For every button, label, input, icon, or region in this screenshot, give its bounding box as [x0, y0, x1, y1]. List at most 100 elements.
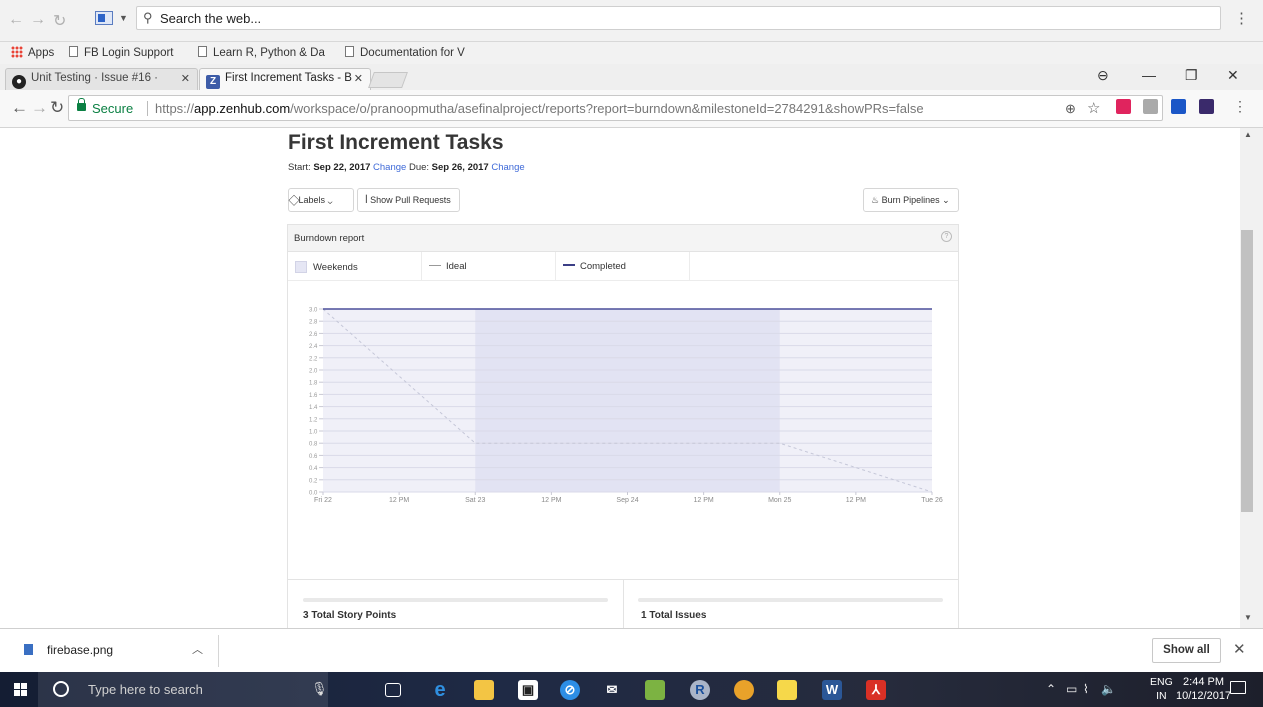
spreadsheet-icon[interactable] — [645, 680, 665, 700]
bookmark-star-icon[interactable]: ☆ — [1087, 99, 1100, 117]
stats-divider — [623, 580, 624, 628]
apps-icon — [11, 46, 23, 58]
page-icon — [198, 46, 207, 57]
bookmark-documentation[interactable]: Documentation for V — [345, 46, 485, 59]
y-tick-label: 1.4 — [309, 405, 318, 411]
url-text: https://app.zenhub.com/workspace/o/prano… — [155, 101, 924, 116]
volume-icon[interactable]: 🔈 — [1101, 682, 1116, 696]
address-bar[interactable]: Secure https://app.zenhub.com/workspace/… — [68, 95, 1163, 121]
show-all-button[interactable]: Show all — [1152, 638, 1221, 663]
legend-ideal[interactable]: Ideal — [422, 252, 556, 281]
close-icon[interactable]: ✕ — [1233, 640, 1246, 658]
extension-red-icon[interactable] — [1116, 99, 1131, 114]
chevron-down-icon: ⌄ — [942, 195, 950, 205]
safari-icon[interactable]: ⊘ — [560, 680, 580, 700]
bookmark-fb-login[interactable]: FB Login Support — [69, 46, 174, 59]
extension-gray-icon[interactable] — [1143, 99, 1158, 114]
issues-bar — [638, 598, 943, 602]
extension-icon[interactable] — [95, 11, 113, 25]
chevron-down-icon[interactable]: ▼ — [119, 13, 128, 23]
file-explorer-icon[interactable] — [474, 680, 494, 700]
close-icon[interactable]: ✕ — [181, 72, 190, 85]
change-due-link[interactable]: Change — [491, 162, 524, 173]
microphone-icon[interactable]: 🎙 — [311, 681, 328, 697]
restore-icon[interactable]: ❐ — [1185, 67, 1198, 84]
close-window-icon[interactable]: ✕ — [1227, 67, 1239, 84]
y-tick-label: 3.0 — [309, 308, 318, 314]
lang-region: IN — [1156, 690, 1167, 702]
r-icon[interactable]: R — [690, 680, 710, 700]
tab-unit-testing[interactable]: ● Unit Testing · Issue #16 · ✕ — [5, 68, 198, 90]
legend-weekends[interactable]: Weekends — [288, 252, 422, 281]
profile-icon[interactable]: ⊖ — [1097, 67, 1109, 84]
scroll-up-icon[interactable]: ▲ — [1244, 130, 1252, 139]
close-icon[interactable]: ✕ — [354, 72, 363, 85]
edge-icon[interactable]: e — [430, 680, 450, 700]
weekend-swatch — [295, 261, 307, 273]
outer-back-icon[interactable]: ← — [8, 11, 24, 29]
burn-pipelines-label: Burn Pipelines — [881, 195, 940, 205]
back-icon[interactable]: ← — [11, 98, 28, 118]
outer-reload-icon[interactable]: ↻ — [53, 11, 66, 31]
help-icon[interactable]: ? — [941, 231, 952, 242]
bookmarks-bar: Apps FB Login Support Learn R, Python & … — [0, 42, 1263, 64]
outer-search-box[interactable]: ⚲ Search the web... — [136, 6, 1221, 30]
zoom-icon[interactable]: ⊕ — [1065, 101, 1076, 117]
task-view-icon[interactable] — [385, 683, 401, 697]
store-icon[interactable]: ▣ — [518, 680, 538, 700]
page-content: First Increment Tasks Start: Sep 22, 201… — [0, 128, 1240, 628]
new-tab-button[interactable] — [368, 72, 408, 88]
extension-blue-icon[interactable] — [1171, 99, 1186, 114]
download-filename: firebase.png — [47, 643, 114, 657]
burn-pipelines-button[interactable]: ♨ Burn Pipelines ⌄ — [863, 188, 959, 212]
forward-icon[interactable]: → — [31, 98, 48, 118]
bookmark-apps[interactable]: Apps — [11, 46, 54, 59]
clock-time: 2:44 PM — [1183, 676, 1225, 688]
menu-icon[interactable]: ⋮ — [1233, 98, 1247, 115]
chevron-down-icon: ⌄ — [327, 195, 333, 205]
outer-menu-icon[interactable]: ⋮ — [1234, 9, 1249, 27]
scroll-down-icon[interactable]: ▼ — [1244, 613, 1252, 622]
language-indicator[interactable]: ENG IN — [1150, 675, 1173, 703]
legend-completed[interactable]: Completed — [556, 252, 690, 281]
extension-purple-icon[interactable] — [1199, 99, 1214, 114]
battery-icon[interactable]: ▭ — [1066, 682, 1077, 696]
bookmark-learn-r[interactable]: Learn R, Python & Da — [198, 46, 338, 59]
notifications-icon[interactable] — [1230, 681, 1246, 694]
due-label: Due: — [408, 162, 430, 173]
weekend-band — [475, 309, 780, 492]
y-tick-label: 0.4 — [309, 466, 318, 472]
x-tick-label: Tue 26 — [921, 497, 943, 504]
taskbar-search[interactable]: Type here to search — [38, 672, 328, 707]
download-item[interactable]: firebase.png — [24, 643, 113, 657]
y-tick-label: 2.8 — [309, 320, 318, 326]
scrollbar-thumb[interactable] — [1241, 230, 1253, 512]
outer-forward-icon[interactable]: → — [30, 11, 46, 29]
acrobat-icon[interactable]: ⅄ — [866, 680, 886, 700]
tab-first-increment[interactable]: Z First Increment Tasks - B ✕ — [199, 68, 371, 90]
wifi-icon[interactable]: ⌇ — [1083, 682, 1089, 696]
show-prs-label: Show Pull Requests — [370, 195, 451, 205]
word-icon[interactable]: W — [822, 680, 842, 700]
taskbar-clock[interactable]: 2:44 PM 10/12/2017 — [1176, 675, 1231, 703]
minimize-icon[interactable]: — — [1142, 67, 1156, 83]
bookmark-label: FB Login Support — [84, 47, 174, 59]
windows-start-icon[interactable] — [14, 683, 27, 696]
show-pull-requests-button[interactable]: ꟾ Show Pull Requests — [357, 188, 460, 212]
legend-label: Completed — [580, 261, 626, 272]
tray-chevron-icon[interactable]: ⌃ — [1046, 682, 1056, 696]
reload-icon[interactable]: ↻ — [50, 98, 64, 118]
mail-icon[interactable]: ✉ — [602, 680, 622, 700]
lang-code: ENG — [1150, 676, 1173, 688]
y-tick-label: 1.8 — [309, 381, 318, 387]
download-shelf: firebase.png ︿ Show all ✕ — [0, 628, 1263, 672]
outer-browser-toolbar: ← → ↻ ▼ ⚲ Search the web... ⋮ — [0, 0, 1263, 42]
chevron-up-icon[interactable]: ︿ — [192, 641, 203, 657]
y-tick-label: 0.2 — [309, 478, 318, 484]
y-tick-label: 2.0 — [309, 369, 318, 375]
y-tick-label: 2.6 — [309, 332, 318, 338]
sticky-notes-icon[interactable] — [777, 680, 797, 700]
labels-button[interactable]: ⃟ Labels ⌄ — [288, 188, 354, 212]
change-start-link[interactable]: Change — [373, 162, 406, 173]
chrome-icon[interactable] — [734, 680, 754, 700]
